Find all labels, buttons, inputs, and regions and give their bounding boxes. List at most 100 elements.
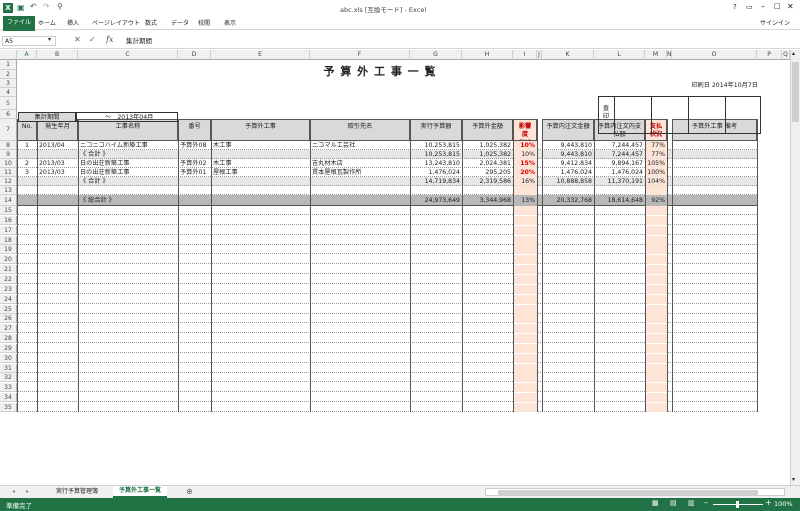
row-header-26[interactable]: 26 <box>0 314 17 324</box>
insert-function-icon[interactable]: fx <box>106 35 113 44</box>
cell-date[interactable]: 2013/03 <box>37 159 78 168</box>
row-header-24[interactable]: 24 <box>0 294 17 304</box>
cell-extra-amount[interactable]: 295,205 <box>462 168 513 177</box>
cell-no[interactable]: 1 <box>17 141 37 150</box>
row-header-20[interactable]: 20 <box>0 255 17 265</box>
cell-budget[interactable]: 10,253,815 <box>410 141 462 150</box>
row-header-3[interactable]: 3 <box>0 79 17 88</box>
cell-order-amount[interactable]: 1,476,024 <box>542 168 594 177</box>
cell-budget[interactable]: 13,243,810 <box>410 159 462 168</box>
column-header-d[interactable]: D <box>178 50 211 60</box>
row-header-16[interactable]: 16 <box>0 215 17 225</box>
tab-insert[interactable]: 挿入 <box>67 18 79 27</box>
cell-project[interactable]: 《 合計 》 <box>78 150 178 159</box>
cell-extra-amount[interactable]: 2,024,381 <box>462 159 513 168</box>
formula-input[interactable]: 集計期間 <box>126 36 786 46</box>
row-header-11[interactable]: 11 <box>0 168 17 177</box>
cell-paid-amount[interactable]: 7,244,457 <box>594 141 645 150</box>
horizontal-scrollbar[interactable] <box>485 488 785 496</box>
cell-code[interactable]: 予算外08 <box>178 141 211 150</box>
cell-no[interactable]: 2 <box>17 159 37 168</box>
row-header-28[interactable]: 28 <box>0 334 17 344</box>
row-header-23[interactable]: 23 <box>0 284 17 294</box>
scroll-thumb[interactable] <box>792 62 799 122</box>
maximize-icon[interactable]: □ <box>774 2 781 10</box>
tab-file[interactable]: ファイル <box>3 16 36 31</box>
cell-code[interactable]: 予算外01 <box>178 168 211 177</box>
row-header-32[interactable]: 32 <box>0 373 17 383</box>
zoom-out-icon[interactable]: – <box>704 498 708 507</box>
cell-vendor[interactable]: 吉丸材木店 <box>310 159 410 168</box>
cell-paid-amount[interactable]: 7,244,457 <box>594 150 645 159</box>
cell-pay-status[interactable]: 77% <box>645 150 667 159</box>
row-header-29[interactable]: 29 <box>0 343 17 353</box>
row-header-33[interactable]: 33 <box>0 383 17 393</box>
cell-impact[interactable]: 13% <box>513 195 537 206</box>
row-header-5[interactable]: 5 <box>0 97 17 110</box>
cell-budget[interactable]: 24,973,649 <box>410 195 462 206</box>
cell-impact[interactable]: 16% <box>513 177 537 186</box>
column-header-m[interactable]: M <box>645 50 667 60</box>
row-header-21[interactable]: 21 <box>0 265 17 275</box>
cell-order-amount[interactable]: 20,332,768 <box>542 195 594 206</box>
row-header-13[interactable]: 13 <box>0 186 17 195</box>
cell-pay-status[interactable]: 92% <box>645 195 667 206</box>
column-header-b[interactable]: B <box>37 50 78 60</box>
cell-pay-status[interactable]: 105% <box>645 159 667 168</box>
page-layout-view-icon[interactable]: ▤ <box>670 499 677 507</box>
cell-paid-amount[interactable]: 1,476,024 <box>594 168 645 177</box>
normal-view-icon[interactable]: ▦ <box>652 499 659 507</box>
ribbon-display-icon[interactable]: ▭ <box>746 3 753 11</box>
cell-impact[interactable]: 15% <box>513 159 537 168</box>
cell-budget[interactable]: 14,719,834 <box>410 177 462 186</box>
zoom-level[interactable]: 100% <box>774 500 793 508</box>
vertical-scrollbar[interactable]: ▴ ▾ <box>790 50 800 485</box>
cell-project[interactable]: ニコニコハイム新築工事 <box>78 141 178 150</box>
row-header-9[interactable]: 9 <box>0 150 17 159</box>
row-header-25[interactable]: 25 <box>0 304 17 314</box>
row-header-34[interactable]: 34 <box>0 393 17 403</box>
tab-review[interactable]: 校閲 <box>198 18 210 27</box>
cell-paid-amount[interactable]: 18,614,648 <box>594 195 645 206</box>
add-sheet-button[interactable]: ⊕ <box>180 486 199 498</box>
cell-pay-status[interactable]: 104% <box>645 177 667 186</box>
period-value[interactable]: ～ 2013年04月 <box>76 112 178 122</box>
cell-impact[interactable]: 10% <box>513 150 537 159</box>
undo-icon[interactable]: ↶ <box>30 2 37 11</box>
redo-icon[interactable]: ↷ <box>43 2 50 11</box>
column-header-p[interactable]: P <box>757 50 782 60</box>
cell-project[interactable]: 日の出荘新築工事 <box>78 159 178 168</box>
row-header-6[interactable]: 6 <box>0 110 17 119</box>
cell-extra-work[interactable]: 屋根工事 <box>211 168 310 177</box>
minimize-icon[interactable]: – <box>761 2 765 11</box>
cancel-icon[interactable]: ✕ <box>74 35 81 44</box>
column-header-q[interactable]: Q <box>782 50 790 60</box>
cell-extra-amount[interactable]: 1,025,382 <box>462 141 513 150</box>
cell-project[interactable]: 《 合計 》 <box>78 177 178 186</box>
cell-budget[interactable]: 10,253,815 <box>410 150 462 159</box>
cell-order-amount[interactable]: 9,443,810 <box>542 141 594 150</box>
column-header-e[interactable]: E <box>211 50 310 60</box>
quick-access-icon[interactable]: ⚲ <box>57 2 63 11</box>
tab-formulas[interactable]: 数式 <box>145 18 157 27</box>
row-header-4[interactable]: 4 <box>0 88 17 97</box>
column-header-o[interactable]: O <box>672 50 757 60</box>
scroll-down-icon[interactable]: ▾ <box>792 476 795 483</box>
column-header-c[interactable]: C <box>78 50 178 60</box>
cell-code[interactable]: 予算外02 <box>178 159 211 168</box>
row-header-10[interactable]: 10 <box>0 159 17 168</box>
cell-order-amount[interactable]: 10,888,858 <box>542 177 594 186</box>
sheet-next-icon[interactable]: ▸ <box>20 486 35 498</box>
save-icon[interactable]: ▣ <box>17 3 25 12</box>
column-header-h[interactable]: H <box>462 50 513 60</box>
cell-date[interactable]: 2013/04 <box>37 141 78 150</box>
cell-extra-amount[interactable]: 3,344,968 <box>462 195 513 206</box>
tab-view[interactable]: 表示 <box>224 18 236 27</box>
cell-extra-work[interactable]: 木工事 <box>211 159 310 168</box>
column-header-k[interactable]: K <box>542 50 594 60</box>
cell-pay-status[interactable]: 77% <box>645 141 667 150</box>
column-header-i[interactable]: I <box>513 50 537 60</box>
tab-data[interactable]: データ <box>171 18 189 27</box>
cell-no[interactable]: 3 <box>17 168 37 177</box>
cell-budget[interactable]: 1,476,024 <box>410 168 462 177</box>
